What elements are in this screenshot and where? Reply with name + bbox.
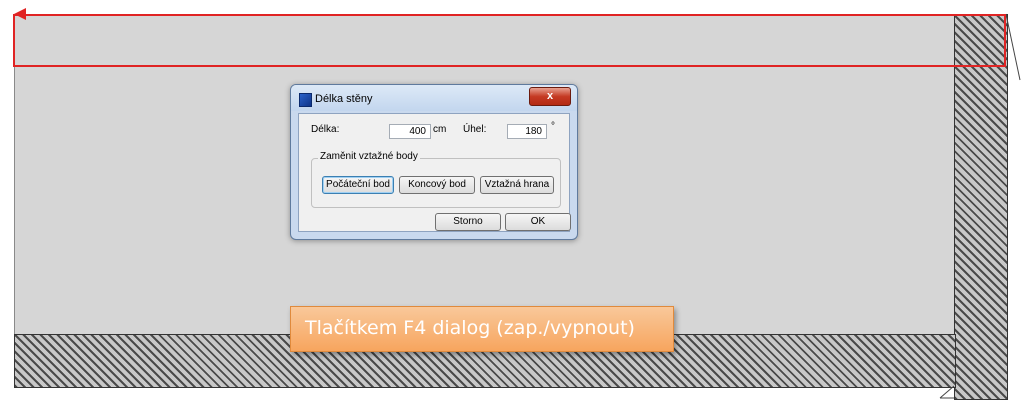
dialog-body: Délka: 400 cm Úhel: 180 ° Zaměnit vztažn… (298, 113, 571, 232)
angle-label: Úhel: (463, 124, 487, 135)
start-point-button[interactable]: Počáteční bod (322, 176, 394, 194)
selected-wall-outline[interactable] (13, 14, 1006, 67)
wall-length-dialog: Délka stěny x Délka: 400 cm Úhel: 180 ° … (290, 84, 578, 240)
swap-reference-points-group: Zaměnit vztažné body Počáteční bod Konco… (311, 151, 561, 208)
dialog-titlebar[interactable]: Délka stěny x (291, 85, 577, 111)
group-title: Zaměnit vztažné body (318, 151, 420, 162)
hint-callout: Tlačítkem F4 dialog (zap./vypnout) (290, 306, 674, 352)
dialog-title: Délka stěny (315, 93, 373, 105)
wall-direction-arrow-icon (14, 8, 26, 20)
length-unit: cm (433, 124, 447, 135)
close-button[interactable]: x (529, 87, 571, 106)
ok-button[interactable]: OK (505, 213, 571, 231)
angle-input[interactable]: 180 (507, 124, 547, 139)
angle-unit: ° (551, 121, 555, 132)
reference-edge-button[interactable]: Vztažná hrana (480, 176, 554, 194)
end-point-button[interactable]: Koncový bod (399, 176, 475, 194)
app-icon (299, 93, 312, 107)
hint-text: Tlačítkem F4 dialog (zap./vypnout) (305, 317, 635, 339)
cancel-button[interactable]: Storno (435, 213, 501, 231)
length-input[interactable]: 400 (389, 124, 431, 139)
length-label: Délka: (311, 124, 340, 135)
